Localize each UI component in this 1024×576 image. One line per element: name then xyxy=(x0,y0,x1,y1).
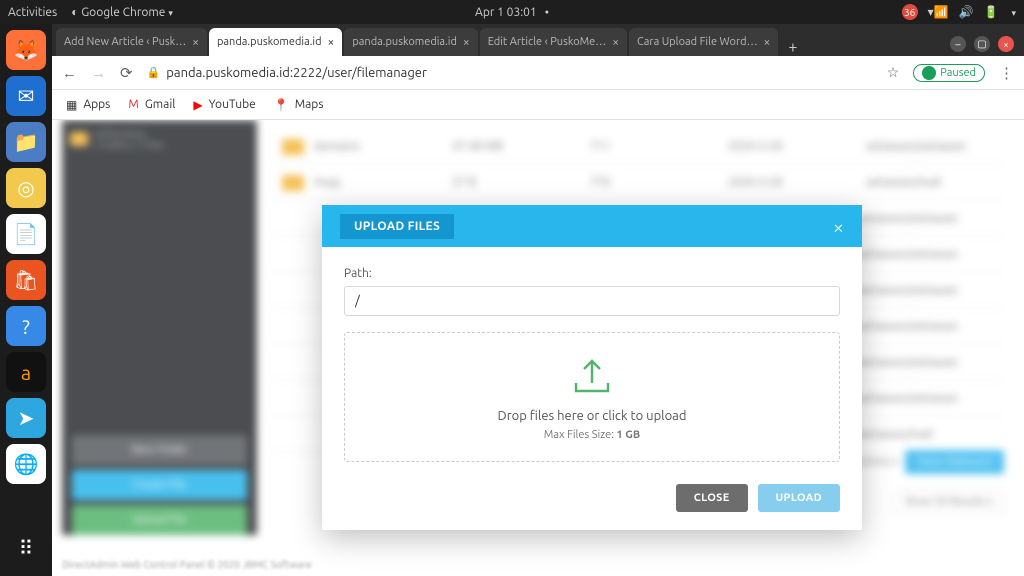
libreoffice-icon[interactable]: 📄 xyxy=(6,214,46,254)
url-input[interactable]: 🔒 panda.puskomedia.id:2222/user/filemana… xyxy=(147,66,873,80)
menu-icon[interactable]: ⋮ xyxy=(999,64,1014,82)
wifi-icon[interactable]: ▾📶 xyxy=(928,5,949,19)
close-button[interactable]: CLOSE xyxy=(676,484,748,512)
chrome-icon: ◐ xyxy=(71,6,78,19)
software-icon[interactable]: 🛍 xyxy=(6,260,46,300)
chrome-window: Add New Article ‹ Pusk…× panda.puskomedi… xyxy=(52,24,1024,576)
tab-3[interactable]: panda.puskomedia.id× xyxy=(344,28,477,56)
volume-icon[interactable]: 🔊 xyxy=(959,5,974,19)
dock: 🦊 ✉ 📁 ◎ 📄 🛍 ? a ➤ 🌐 ⠿ xyxy=(0,24,52,576)
modal-title: UPLOAD FILES xyxy=(340,214,454,239)
upload-modal: UPLOAD FILES × Path: Drop files here or … xyxy=(322,205,862,530)
thunderbird-icon[interactable]: ✉ xyxy=(6,76,46,116)
address-bar: ← → ⟳ 🔒 panda.puskomedia.id:2222/user/fi… xyxy=(52,56,1024,90)
bookmarks-bar: ▦Apps MGmail ▶YouTube 📍Maps xyxy=(52,90,1024,120)
show-apps-icon[interactable]: ⠿ xyxy=(6,528,46,568)
close-icon[interactable]: × xyxy=(764,36,771,49)
youtube-bookmark[interactable]: ▶YouTube xyxy=(193,98,255,112)
app-menu[interactable]: ◐ Google Chrome xyxy=(71,5,173,19)
url-text: panda.puskomedia.id:2222/user/filemanage… xyxy=(166,66,427,80)
new-tab-button[interactable]: + xyxy=(780,38,805,56)
apps-bookmark[interactable]: ▦Apps xyxy=(66,98,110,112)
tab-5[interactable]: Cara Upload File Word…× xyxy=(629,28,778,56)
rhythmbox-icon[interactable]: ◎ xyxy=(6,168,46,208)
upload-button[interactable]: UPLOAD xyxy=(758,484,840,512)
gmail-icon: M xyxy=(128,98,138,111)
close-icon[interactable]: × xyxy=(192,36,199,49)
apps-icon: ▦ xyxy=(66,98,77,112)
tab-1[interactable]: Add New Article ‹ Pusk…× xyxy=(56,28,207,56)
modal-close-icon[interactable]: × xyxy=(833,215,844,238)
firefox-icon[interactable]: 🦊 xyxy=(6,30,46,70)
system-menu[interactable] xyxy=(1008,6,1016,19)
back-icon[interactable]: ← xyxy=(62,64,77,82)
close-icon[interactable]: × xyxy=(612,36,619,49)
datetime[interactable]: Apr 1 03:01 xyxy=(475,6,549,19)
minimize-button[interactable]: – xyxy=(950,36,966,52)
profile-paused-chip[interactable]: Paused xyxy=(913,64,985,82)
notification-badge[interactable]: 36 xyxy=(902,4,918,20)
tab-4[interactable]: Edit Article ‹ PuskoMe…× xyxy=(480,28,627,56)
dropzone-subtext: Max Files Size: 1 GB xyxy=(355,429,829,441)
close-icon[interactable]: × xyxy=(463,36,470,49)
dropzone-text: Drop files here or click to upload xyxy=(355,409,829,423)
bookmark-star-icon[interactable]: ☆ xyxy=(887,64,900,81)
path-label: Path: xyxy=(344,267,840,280)
maps-icon: 📍 xyxy=(274,98,289,112)
close-icon[interactable]: × xyxy=(328,36,335,49)
tab-bar: Add New Article ‹ Pusk…× panda.puskomedi… xyxy=(52,24,1024,56)
files-icon[interactable]: 📁 xyxy=(6,122,46,162)
gnome-topbar: Activities ◐ Google Chrome Apr 1 03:01 3… xyxy=(0,0,1024,24)
page-footer: DirectAdmin Web Control Panel © 2020 JBM… xyxy=(62,559,312,570)
forward-icon[interactable]: → xyxy=(91,64,106,82)
tab-2[interactable]: panda.puskomedia.id× xyxy=(209,28,342,56)
lock-icon: 🔒 xyxy=(147,66,161,79)
modal-header: UPLOAD FILES × xyxy=(322,205,862,247)
page-content: softaculous3 Folders / 3 Files New Folde… xyxy=(52,120,1024,576)
gmail-bookmark[interactable]: MGmail xyxy=(128,98,175,111)
chrome-dock-icon[interactable]: 🌐 xyxy=(6,444,46,484)
help-icon[interactable]: ? xyxy=(6,306,46,346)
upload-icon xyxy=(355,355,829,399)
window-close-button[interactable]: × xyxy=(998,36,1014,52)
youtube-icon: ▶ xyxy=(193,98,202,112)
dropzone[interactable]: Drop files here or click to upload Max F… xyxy=(344,332,840,462)
telegram-icon[interactable]: ➤ xyxy=(6,398,46,438)
maximize-button[interactable]: ▢ xyxy=(974,36,990,52)
amazon-icon[interactable]: a xyxy=(6,352,46,392)
activities-button[interactable]: Activities xyxy=(8,6,57,19)
path-input[interactable] xyxy=(344,286,840,316)
reload-icon[interactable]: ⟳ xyxy=(120,64,133,82)
battery-icon[interactable]: 🔋 xyxy=(984,5,999,19)
maps-bookmark[interactable]: 📍Maps xyxy=(274,98,324,112)
